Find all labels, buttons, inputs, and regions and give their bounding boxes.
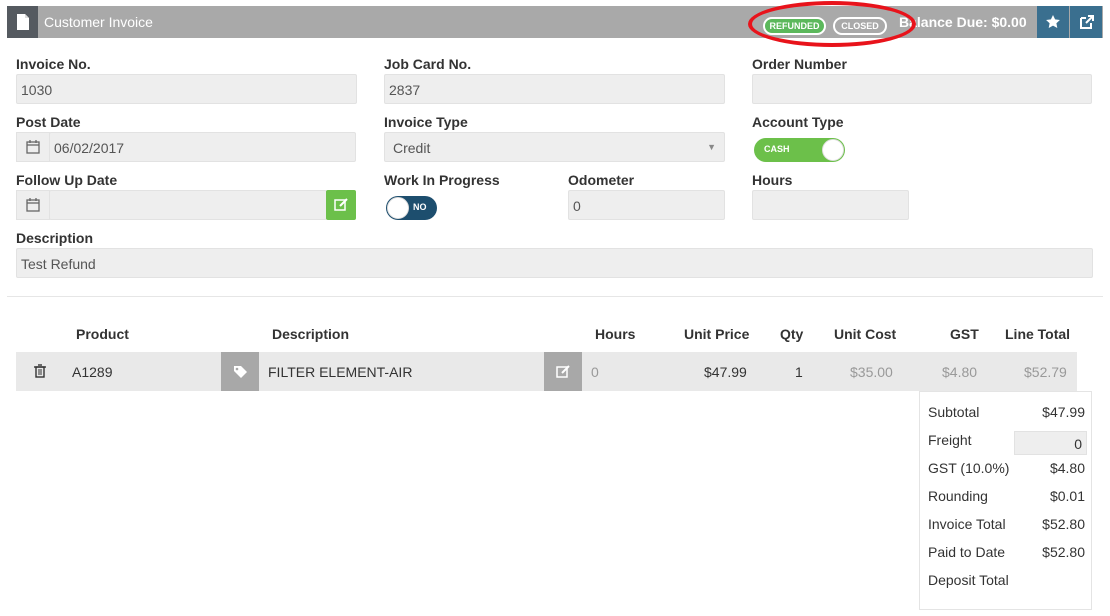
invoice-type-value: Credit [393, 140, 431, 156]
col-header-gst: GST [950, 326, 979, 342]
order-number-label: Order Number [752, 56, 847, 72]
account-type-toggle-text: CASH [764, 144, 790, 154]
balance-due: Balance Due: $0.00 [899, 14, 1027, 30]
subtotal-label: Subtotal [928, 404, 980, 420]
table-row: A1289 FILTER ELEMENT-AIR 0 $47.99 1 $35.… [16, 352, 1077, 391]
favorite-button[interactable] [1037, 6, 1069, 38]
col-header-product: Product [76, 326, 129, 342]
col-header-unit-price: Unit Price [684, 326, 750, 342]
job-card-label: Job Card No. [384, 56, 472, 72]
post-date-field[interactable]: 06/02/2017 [49, 132, 356, 162]
freight-label: Freight [928, 432, 972, 448]
tag-icon [234, 366, 247, 378]
subtotal-value: $47.99 [1042, 404, 1085, 420]
invoice-no-field[interactable]: 1030 [16, 74, 357, 104]
post-date-label: Post Date [16, 114, 81, 130]
description-field[interactable]: Test Refund [16, 248, 1093, 278]
freight-input[interactable]: 0 [1014, 431, 1087, 455]
star-icon [1046, 15, 1060, 28]
invoice-type-select[interactable]: Credit ▼ [384, 132, 725, 162]
paid-to-date-value: $52.80 [1042, 544, 1085, 560]
paid-to-date-label: Paid to Date [928, 544, 1006, 560]
calendar-icon[interactable] [16, 190, 50, 220]
row-unit-cost: $35.00 [850, 364, 893, 380]
trash-icon [34, 364, 46, 378]
col-header-line-total: Line Total [1005, 326, 1071, 342]
rounding-value: $0.01 [1049, 488, 1085, 504]
document-icon [7, 6, 38, 38]
wip-label: Work In Progress [384, 172, 500, 188]
invoice-no-label: Invoice No. [16, 56, 91, 72]
deposit-total-label: Deposit Total [928, 572, 1009, 588]
row-qty[interactable]: 1 [795, 364, 803, 380]
follow-up-field[interactable] [49, 190, 327, 220]
description-label: Description [16, 230, 94, 246]
totals-panel: Subtotal $47.99 Freight 0 GST (10.0%) $4… [919, 391, 1092, 610]
col-header-description: Description [272, 326, 350, 342]
hours-label: Hours [752, 172, 793, 188]
col-header-qty: Qty [780, 326, 804, 342]
row-hours[interactable]: 0 [591, 364, 599, 380]
col-header-unit-cost: Unit Cost [834, 326, 897, 342]
row-unit-price[interactable]: $47.99 [704, 364, 747, 380]
gst-value: $4.80 [1049, 460, 1085, 476]
invoice-total-label: Invoice Total [928, 516, 1006, 532]
external-link-icon [1080, 15, 1094, 29]
tag-button[interactable] [221, 352, 259, 391]
account-type-label: Account Type [752, 114, 844, 130]
wip-toggle-text: NO [413, 202, 427, 212]
invoice-type-label: Invoice Type [384, 114, 468, 130]
follow-up-edit-button[interactable] [326, 190, 356, 220]
gst-label: GST (10.0%) [928, 460, 1010, 476]
toggle-knob [387, 197, 409, 219]
invoice-header: Customer Invoice REFUNDED CLOSED Balance… [7, 6, 1103, 38]
row-product[interactable]: A1289 [72, 364, 112, 380]
row-edit-button[interactable] [544, 352, 582, 391]
hours-field[interactable] [752, 190, 909, 220]
invoice-total-value: $52.80 [1042, 516, 1085, 532]
wip-toggle[interactable]: NO [386, 196, 437, 220]
col-header-hours: Hours [595, 326, 636, 342]
row-gst: $4.80 [942, 364, 978, 380]
chevron-down-icon: ▼ [707, 142, 716, 152]
order-number-field[interactable] [752, 74, 1092, 104]
annotation-highlight [748, 1, 916, 47]
section-divider [7, 296, 1103, 297]
rounding-label: Rounding [928, 488, 988, 504]
odometer-field[interactable]: 0 [568, 190, 725, 220]
account-type-toggle[interactable]: CASH [754, 138, 845, 162]
edit-icon [556, 365, 570, 378]
edit-icon [334, 198, 348, 211]
delete-row-button[interactable] [34, 364, 46, 381]
row-line-total: $52.79 [1024, 364, 1067, 380]
page-title: Customer Invoice [44, 14, 153, 30]
odometer-label: Odometer [568, 172, 635, 188]
job-card-field[interactable]: 2837 [384, 74, 725, 104]
follow-up-label: Follow Up Date [16, 172, 118, 188]
row-description[interactable]: FILTER ELEMENT-AIR [268, 364, 412, 380]
toggle-knob [822, 139, 844, 161]
open-external-button[interactable] [1070, 6, 1102, 38]
calendar-icon[interactable] [16, 132, 50, 162]
